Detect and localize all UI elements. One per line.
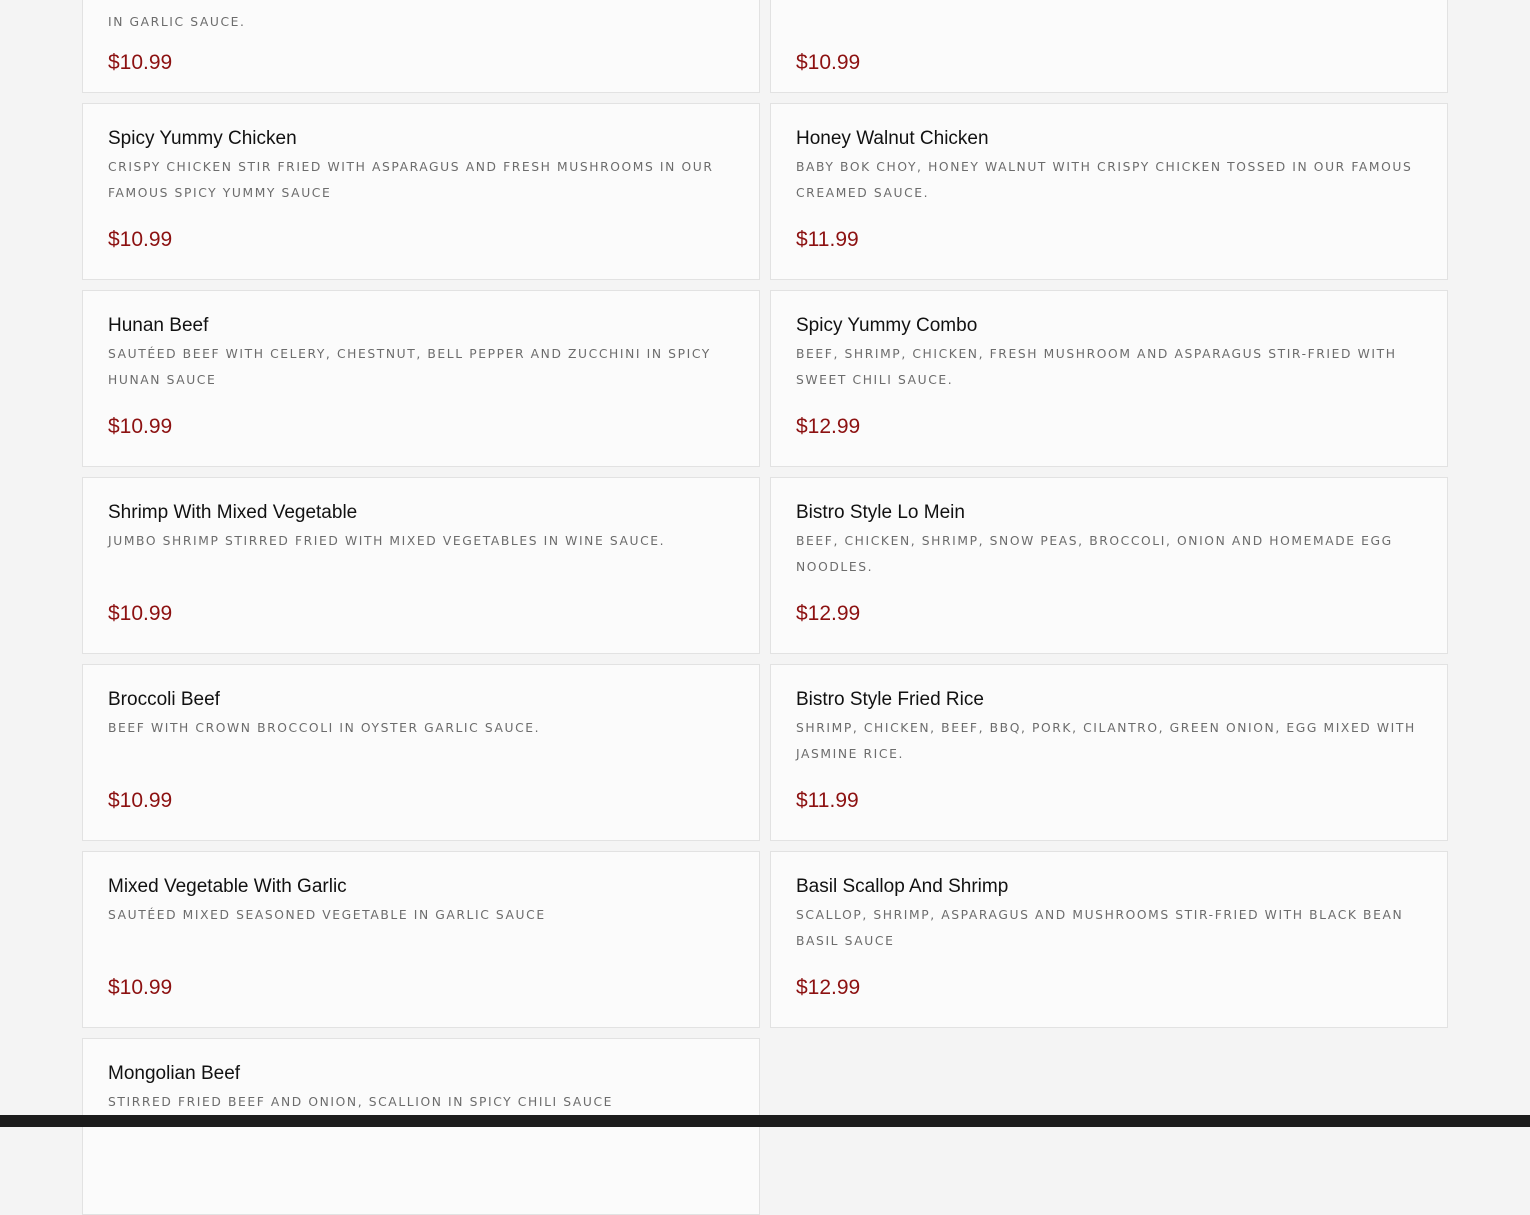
menu-item-name: Broccoli Beef xyxy=(108,689,220,710)
menu-item-price: $10.99 xyxy=(108,789,173,812)
menu-item-price: $11.99 xyxy=(796,789,859,812)
menu-item-description: Sautéed mixed seasoned vegetable in garl… xyxy=(108,908,546,922)
menu-item-description: in garlic sauce. xyxy=(108,15,246,29)
menu-item-name: Bistro Style Fried Rice xyxy=(796,689,984,710)
menu-item-price: $12.99 xyxy=(796,415,861,438)
menu-item-name: Spicy Yummy Chicken xyxy=(108,128,297,149)
menu-item-description: Baby bok choy, honey walnut with crispy … xyxy=(796,160,1413,200)
menu-item-card[interactable]: Spicy Yummy Combo Beef, shrimp, chicken,… xyxy=(770,290,1448,467)
menu-item-name: Hunan Beef xyxy=(108,315,209,336)
menu-item-card[interactable]: Shrimp With Mixed Vegetable Jumbo shrimp… xyxy=(82,477,760,654)
menu-item-description: Beef, shrimp, chicken, fresh mushroom an… xyxy=(796,347,1397,387)
menu-item-description: Shrimp, chicken, beef, BBQ, pork, cilant… xyxy=(796,721,1416,761)
menu-item-price: $10.99 xyxy=(108,228,173,251)
menu-item-description: Scallop, shrimp, asparagus and mushrooms… xyxy=(796,908,1404,948)
menu-item-price: $10.99 xyxy=(108,51,173,74)
menu-item-card[interactable]: Bistro Style Fried Rice Shrimp, chicken,… xyxy=(770,664,1448,841)
menu-item-card[interactable]: Mixed Vegetable With Garlic Sautéed mixe… xyxy=(82,851,760,1028)
menu-item-card[interactable]: Basil Scallop And Shrimp Scallop, shrimp… xyxy=(770,851,1448,1028)
menu-item-name: Honey Walnut Chicken xyxy=(796,128,989,149)
menu-item-name: Spicy Yummy Combo xyxy=(796,315,978,336)
bottom-bar xyxy=(0,1115,1530,1127)
menu-item-card[interactable]: Bistro Style Lo Mein Beef, chicken, shri… xyxy=(770,477,1448,654)
menu-item-price: $11.99 xyxy=(796,228,859,251)
menu-item-description: Sautéed beef with celery, chestnut, bell… xyxy=(108,347,711,387)
menu-item-name: Mongolian Beef xyxy=(108,1063,241,1084)
menu-item-description: Stirred fried beef and onion, scallion i… xyxy=(108,1095,614,1109)
menu-item-price: $10.99 xyxy=(108,602,173,625)
menu-item-price: $10.99 xyxy=(796,51,861,74)
menu-item-card[interactable]: Broccoli Beef Beef with crown broccoli i… xyxy=(82,664,760,841)
menu-item-description: Beef, chicken, shrimp, snow peas, brocco… xyxy=(796,534,1393,574)
menu-item-price: $12.99 xyxy=(796,976,861,999)
menu-item-name: Bistro Style Lo Mein xyxy=(796,502,965,523)
menu-item-card[interactable]: Spicy Yummy Chicken Crispy chicken stir … xyxy=(82,103,760,280)
menu-item-price: $10.99 xyxy=(108,415,173,438)
menu-item-description: Beef with crown broccoli in oyster garli… xyxy=(108,721,541,735)
menu-item-name: Shrimp With Mixed Vegetable xyxy=(108,502,358,523)
menu-item-name: Mixed Vegetable With Garlic xyxy=(108,876,347,897)
menu-item-card[interactable]: Hunan Beef Sautéed beef with celery, che… xyxy=(82,290,760,467)
menu-item-card[interactable]: $10.99 xyxy=(770,0,1448,93)
menu-item-description: Crispy chicken stir fried with asparagus… xyxy=(108,160,714,200)
menu-item-name: Basil Scallop And Shrimp xyxy=(796,876,1009,897)
menu-item-price: $12.99 xyxy=(796,602,861,625)
menu-item-card[interactable]: in garlic sauce. $10.99 xyxy=(82,0,760,93)
menu-item-card[interactable]: Honey Walnut Chicken Baby bok choy, hone… xyxy=(770,103,1448,280)
menu-item-description: Jumbo shrimp stirred fried with mixed ve… xyxy=(108,534,666,548)
menu-item-price: $10.99 xyxy=(108,976,173,999)
menu-grid: in garlic sauce. $10.99 $10.99 Spicy Yum… xyxy=(82,0,1448,1215)
